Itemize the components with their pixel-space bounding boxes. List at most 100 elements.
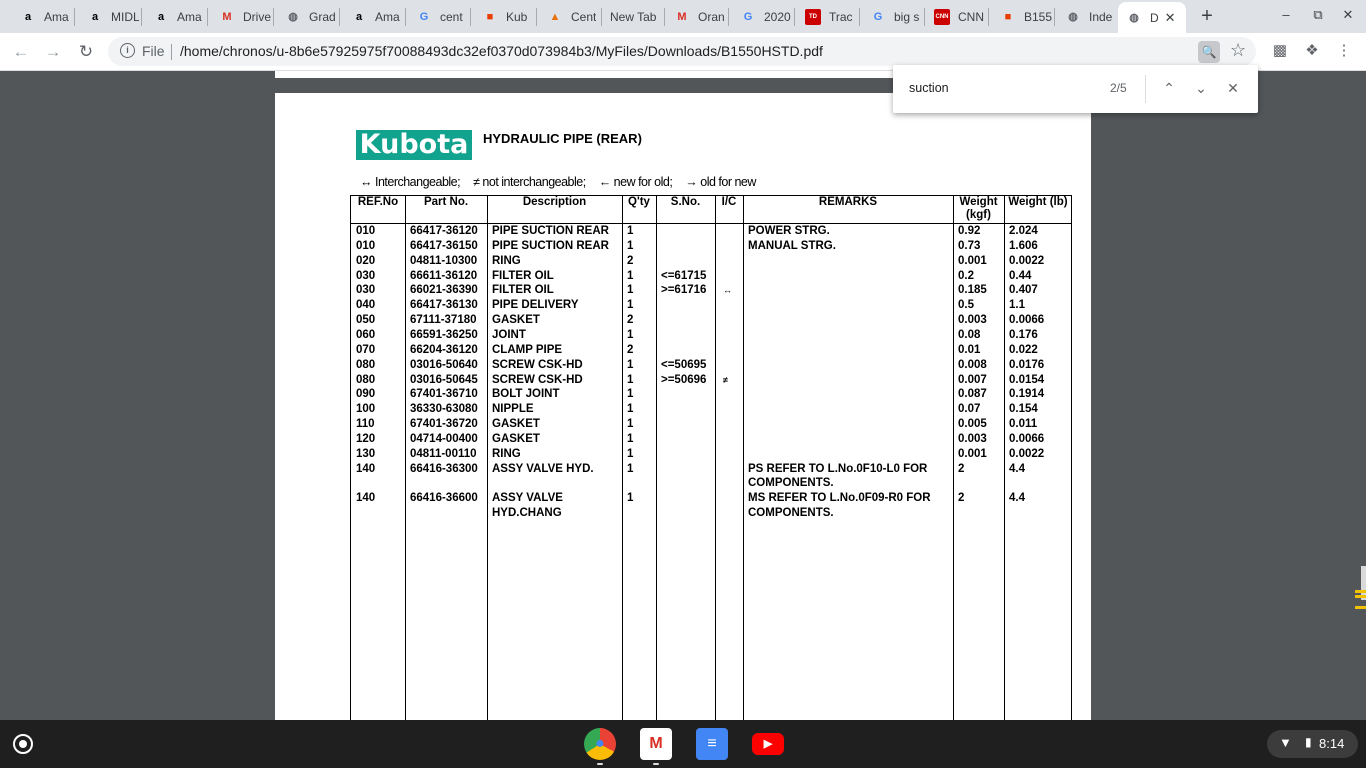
tab-5[interactable]: ◍ Grad: [275, 4, 337, 29]
cell-qty: 2: [627, 314, 634, 327]
tab-7[interactable]: Gcent: [406, 4, 468, 29]
info-icon[interactable]: i: [120, 43, 135, 58]
amazon-icon: a: [24, 10, 32, 23]
cell-part-no: 04811-10300: [410, 254, 478, 267]
cell-ref-no: 030: [356, 284, 376, 297]
cell-part-no: 66417-36150: [410, 239, 478, 252]
header-remarks: REMARKS: [818, 196, 878, 208]
parts-table: REF.No Part No. Description Q'ty S.No. I/C REM…: [350, 195, 1072, 725]
tab-18[interactable]: ◍ D ✕: [1118, 2, 1186, 33]
forward-button[interactable]: →: [42, 41, 64, 63]
cell-qty: 1: [627, 403, 634, 416]
find-close-button[interactable]: ✕: [1223, 78, 1243, 98]
cell-description: GASKET: [492, 314, 540, 327]
find-in-page-icon[interactable]: 🔍: [1198, 41, 1220, 63]
cell-remarks: MANUAL STRG.: [748, 239, 836, 252]
launcher-button[interactable]: [13, 734, 33, 754]
cell-part-no: 66591-36250: [410, 328, 478, 341]
minimize-button[interactable]: –: [1276, 7, 1296, 22]
docs-app[interactable]: ≡: [696, 728, 728, 760]
youtube-app[interactable]: ▶: [752, 733, 784, 755]
back-button[interactable]: ←: [10, 41, 32, 63]
table-row: 050 67111-37180 GASKET 2 0.003 0.0066: [351, 313, 1071, 328]
tab-separator: [339, 8, 340, 26]
status-tray[interactable]: ▼ ▮ 8:14: [1267, 730, 1358, 758]
table-row: 140 66416-36300 ASSY VALVE HYD. 1 PS REFER T…: [351, 462, 1071, 492]
cell-weight-kgf: 0.007: [958, 373, 987, 386]
cell-weight-lb: 0.011: [1009, 418, 1038, 431]
cell-qty: 1: [627, 225, 634, 237]
cell-qty: 1: [627, 432, 634, 445]
tab-4[interactable]: M Drive: [209, 4, 271, 29]
tab-close-icon[interactable]: ✕: [1165, 10, 1176, 26]
new-tab-button[interactable]: +: [1196, 5, 1218, 27]
cell-ref-no: 140: [356, 462, 376, 475]
bookmark-star-icon[interactable]: ☆: [1230, 40, 1246, 61]
find-next-button[interactable]: ⌄: [1191, 78, 1211, 98]
reload-button[interactable]: ↻: [75, 41, 97, 63]
find-input[interactable]: suction: [909, 81, 949, 95]
cell-description: BOLT JOINT: [492, 388, 560, 401]
cell-weight-kgf: 0.008: [958, 358, 987, 371]
tab-12[interactable]: G 2020: [730, 4, 792, 29]
tab-14[interactable]: Gbig s: [860, 4, 922, 29]
address-bar[interactable]: i File /home/chronos/u-8b6e57925975f7008…: [108, 37, 1256, 66]
tab-15[interactable]: CNN CNN: [924, 4, 986, 29]
cell-weight-kgf: 0.003: [958, 314, 987, 327]
cell-ref-no: 050: [356, 314, 376, 327]
menu-icon[interactable]: ⋮: [1333, 41, 1355, 59]
cell-ref-no: 100: [356, 403, 376, 416]
tab-1[interactable]: a Ama: [10, 4, 72, 29]
legend: ↔ Interchangeable; ≠ not interchangeable…: [360, 175, 766, 189]
find-previous-button[interactable]: ⌃: [1159, 78, 1179, 98]
cell-ref-no: 040: [356, 299, 376, 312]
running-indicator: [597, 763, 603, 765]
cell-ref-no: 130: [356, 447, 376, 460]
legend-new-for-old: ← new for old;: [598, 175, 673, 189]
tab-6[interactable]: a Ama: [341, 4, 403, 29]
cell-description: SCREW CSK-HD: [492, 358, 583, 371]
tab-8[interactable]: ■ Kub: [472, 4, 534, 29]
extensions-puzzle-icon[interactable]: ❖: [1301, 41, 1323, 59]
cell-weight-lb: 0.154: [1009, 403, 1038, 416]
tab-title: Kub: [506, 9, 528, 24]
tab-separator: [470, 8, 471, 26]
tab-16[interactable]: ■ B155: [990, 4, 1052, 29]
office-icon: ■: [1004, 10, 1012, 23]
cell-qty: 2: [627, 254, 634, 267]
gmail-app[interactable]: M: [640, 728, 672, 760]
tab-strip: a Ama a MIDL a Ama M Drive ◍ Grad a Ama Gcent ■ Kub ▲ Ce…: [0, 0, 1366, 33]
tab-13[interactable]: TD Trac: [795, 4, 857, 29]
extension-icon[interactable]: ▩: [1269, 41, 1291, 59]
cell-ref-no: 120: [356, 432, 376, 445]
cell-weight-lb: 0.0066: [1009, 432, 1045, 445]
tab-11[interactable]: M Oran: [664, 4, 726, 29]
url-text[interactable]: /home/chronos/u-8b6e57925975f70088493dc3…: [180, 43, 823, 59]
close-window-button[interactable]: ✕: [1338, 7, 1358, 23]
tab-2[interactable]: a MIDL: [77, 4, 139, 29]
header-part-no: Part No.: [423, 196, 469, 208]
chrome-app[interactable]: ●: [584, 728, 616, 760]
tab-title: B155: [1024, 9, 1052, 24]
tab-17[interactable]: ◍ Inde: [1055, 4, 1117, 29]
cell-weight-lb: 0.0154: [1009, 373, 1045, 386]
tab-separator: [273, 8, 274, 26]
tab-3[interactable]: a Ama: [143, 4, 205, 29]
cell-weight-lb: 0.0176: [1009, 358, 1045, 371]
cell-description: RING: [492, 254, 521, 267]
cell-part-no: 66416-36300: [410, 462, 478, 475]
cell-remarks: MS REFER TO L.No.0F09-R0 FOR COMPONENTS.: [748, 492, 931, 520]
tab-9[interactable]: ▲ Cent: [537, 4, 599, 29]
tab-title: New Tab: [610, 9, 657, 24]
tab-title: Inde: [1089, 9, 1113, 24]
running-indicator: [653, 763, 659, 765]
cell-description: PIPE SUCTION REAR: [492, 239, 609, 252]
cell-weight-lb: 0.0066: [1009, 314, 1045, 327]
google-icon: G: [873, 10, 883, 23]
kubota-logo: Kubota: [356, 130, 472, 160]
table-row: 120 04714-00400 GASKET 1 0.003 0.0066: [351, 432, 1071, 447]
cell-weight-kgf: 0.001: [958, 254, 987, 267]
tab-title: cent: [440, 9, 463, 24]
maximize-button[interactable]: ⧉: [1308, 7, 1328, 23]
tab-10[interactable]: New Tab: [600, 4, 662, 29]
